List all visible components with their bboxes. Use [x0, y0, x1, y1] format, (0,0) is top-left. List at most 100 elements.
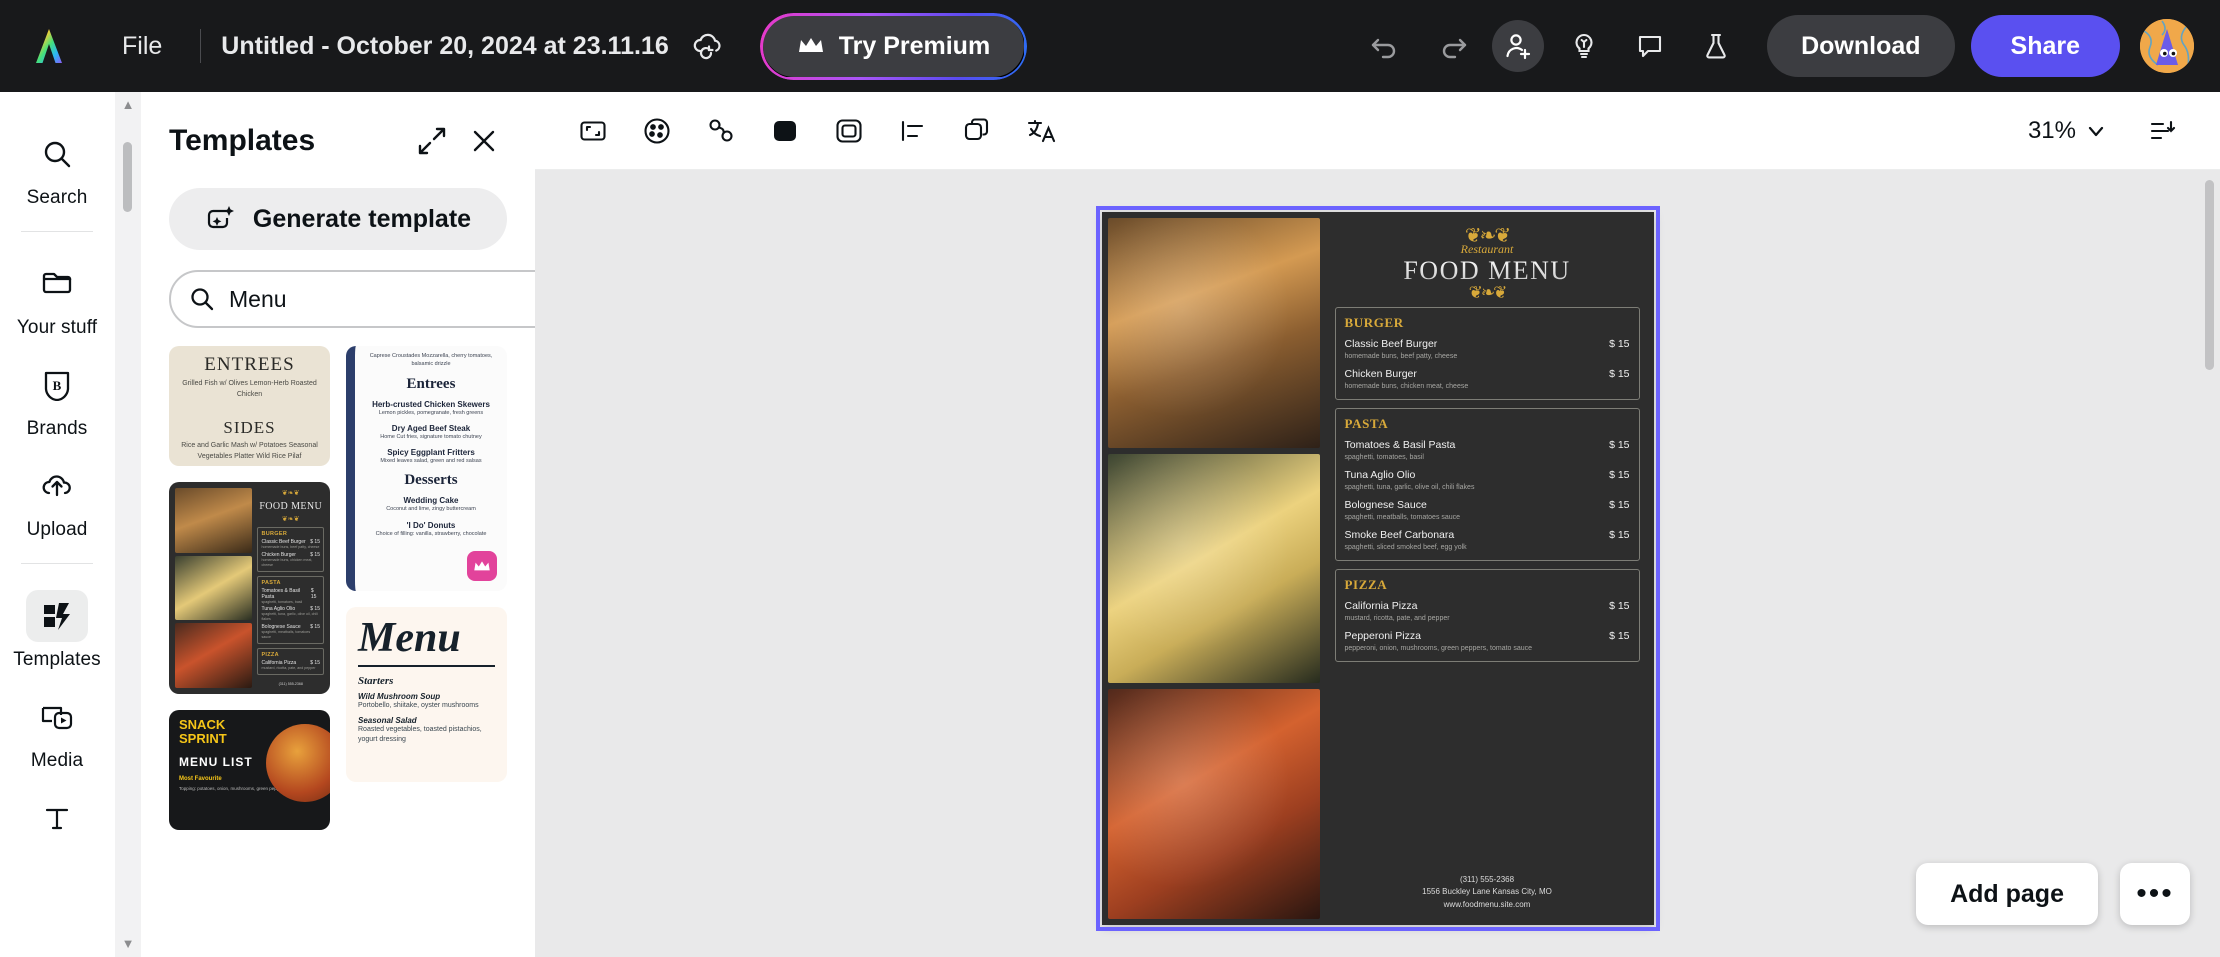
item-name: California Pizza: [1344, 600, 1418, 613]
section-name: BURGER: [1344, 315, 1404, 331]
expand-diagonal-icon[interactable]: [409, 118, 455, 164]
footer-address: 1556 Buckley Lane Kansas City, MO: [1422, 887, 1552, 897]
item-name: Tomatoes & Basil Pasta: [261, 587, 301, 600]
flask-icon[interactable]: [1690, 20, 1742, 72]
menu-item[interactable]: Smoke Beef Carbonara spaghetti, sliced s…: [1345, 529, 1630, 552]
scroll-thumb[interactable]: [123, 142, 132, 212]
panel-scrollbar[interactable]: ▲ ▼: [115, 92, 141, 957]
canvas-scrollbar[interactable]: [2205, 180, 2214, 370]
duplicate-icon[interactable]: [949, 103, 1005, 159]
rail-divider: [21, 563, 93, 564]
menu-item[interactable]: California Pizza mustard, ricotta, pate,…: [1345, 600, 1630, 623]
template-card-food-menu[interactable]: ❦❧❦ FOOD MENU ❦❧❦ BURGER Classic Beef Bu…: [169, 482, 330, 694]
download-button[interactable]: Download: [1767, 15, 1955, 77]
section-name: PIZZA: [261, 651, 279, 658]
sidebar-item-media[interactable]: Media: [9, 681, 105, 778]
avatar[interactable]: [2140, 19, 2194, 73]
file-menu-button[interactable]: File: [104, 26, 180, 67]
section-name: PASTA: [261, 579, 281, 586]
template-results[interactable]: ENTREES Grilled Fish w/ Olives Lemon-Her…: [141, 328, 535, 957]
frame-square-icon[interactable]: [821, 103, 877, 159]
item-name: Classic Beef Burger: [1344, 338, 1438, 351]
menu-item[interactable]: Bolognese Sauce spaghetti, meatballs, to…: [1345, 499, 1630, 522]
sidebar-item-upload[interactable]: Upload: [9, 450, 105, 547]
template-section: BURGER Classic Beef Burger $ 15 homemade …: [257, 527, 324, 572]
menu-section-pizza[interactable]: PIZZA California Pizza mustard, ricotta,…: [1334, 569, 1640, 663]
burger-photo[interactable]: [1107, 218, 1320, 448]
search-input[interactable]: [229, 285, 525, 313]
sidebar-item-templates[interactable]: Templates: [9, 580, 105, 677]
canva-logo-icon[interactable]: [26, 23, 72, 69]
top-bar: File Untitled - October 20, 2024 at 23.1…: [0, 0, 2220, 92]
item-name: Wedding Cake: [403, 496, 459, 506]
search-box[interactable]: ✕: [169, 270, 535, 328]
chevron-down-icon[interactable]: [2084, 119, 2108, 143]
person-add-icon[interactable]: [1492, 20, 1545, 72]
pasta-photo[interactable]: [1107, 453, 1320, 684]
zoom-control[interactable]: 31%: [2028, 103, 2190, 159]
translate-icon[interactable]: [1013, 103, 1069, 159]
item-price: $ 15: [1609, 600, 1630, 613]
comment-icon[interactable]: [1624, 20, 1676, 72]
pizza-photo[interactable]: [1107, 689, 1320, 920]
menu-section-burger[interactable]: BURGER Classic Beef Burger homemade buns…: [1334, 307, 1640, 401]
layers-panel-icon[interactable]: [2134, 103, 2190, 159]
item-desc: mustard, ricotta, pate, and pepper: [261, 665, 316, 670]
sidebar-label: Your stuff: [16, 317, 98, 338]
try-premium-label: Try Premium: [838, 31, 991, 60]
scroll-up-arrow[interactable]: ▲: [122, 98, 135, 111]
zoom-level[interactable]: 31%: [2028, 117, 2076, 145]
template-card-entrees[interactable]: ENTREES Grilled Fish w/ Olives Lemon-Her…: [169, 346, 330, 466]
color-palette-icon[interactable]: [629, 103, 685, 159]
solid-square-icon[interactable]: [757, 103, 813, 159]
magic-sparkle-icon: [205, 204, 237, 234]
menu-item[interactable]: Classic Beef Burger homemade buns, beef …: [1345, 338, 1630, 361]
design-toolbar: 31%: [535, 92, 2220, 170]
menu-item[interactable]: Tomatoes & Basil Pasta spaghetti, tomato…: [1345, 439, 1630, 462]
menu-subtitle[interactable]: Restaurant: [1335, 242, 1640, 257]
item-name: Tuna Aglio Olio: [1344, 469, 1416, 482]
template-heading: Starters: [358, 675, 394, 687]
crop-resize-icon[interactable]: [565, 103, 621, 159]
scroll-down-arrow[interactable]: ▼: [122, 936, 135, 951]
sidebar-item-search[interactable]: Search: [9, 118, 105, 215]
item-desc: spaghetti, meatballs, tomatoes sauce: [1344, 513, 1461, 521]
item-price: $ 15: [1609, 630, 1630, 643]
animate-icon[interactable]: [693, 103, 749, 159]
item-desc: spaghetti, tomatoes, basil: [1344, 453, 1424, 461]
pizza-thumb-image: [175, 623, 253, 689]
section-name: BURGER: [261, 531, 288, 537]
align-left-icon[interactable]: [885, 103, 941, 159]
menu-item[interactable]: Chicken Burger homemade buns, chicken me…: [1345, 368, 1630, 391]
menu-title[interactable]: FOOD MENU: [1335, 256, 1640, 286]
menu-section-pasta[interactable]: PASTA Tomatoes & Basil Pasta spaghetti, …: [1334, 408, 1640, 562]
template-card-snack-sprint[interactable]: SNACK SPRINT MENU LIST Most Favourite To…: [169, 710, 330, 830]
menu-item[interactable]: Tuna Aglio Olio spaghetti, tuna, garlic,…: [1345, 469, 1630, 492]
left-rail: Search Your stuff B Brands Upload Templa…: [0, 92, 115, 957]
template-desc: Grilled Fish w/ Olives Lemon-Herb Roaste…: [182, 380, 317, 398]
generate-template-button[interactable]: Generate template: [169, 188, 507, 250]
template-card-menu-serif[interactable]: Menu Starters Wild Mushroom Soup Portobe…: [346, 607, 507, 782]
close-icon[interactable]: [461, 118, 507, 164]
share-button[interactable]: Share: [1970, 15, 2120, 77]
photo-column: [1107, 218, 1320, 920]
media-icon: [26, 691, 88, 743]
design-page[interactable]: ❦❧❦ Restaurant FOOD MENU ❦❧❦ BURGER Clas…: [1095, 206, 1660, 931]
canva-editor: File Untitled - October 20, 2024 at 23.1…: [0, 0, 2220, 957]
menu-item[interactable]: Pepperoni Pizza pepperoni, onion, mushro…: [1345, 630, 1630, 653]
sidebar-item-brands[interactable]: B Brands: [9, 349, 105, 446]
canvas-area[interactable]: ❦❧❦ Restaurant FOOD MENU ❦❧❦ BURGER Clas…: [535, 170, 2220, 957]
item-name: Chicken Burger: [1344, 368, 1417, 381]
lightbulb-icon[interactable]: [1558, 20, 1610, 72]
document-title[interactable]: Untitled - October 20, 2024 at 23.11.16: [221, 32, 668, 61]
undo-icon[interactable]: [1360, 20, 1412, 72]
template-section: PASTA Tomatoes & Basil Pasta $ 15 spaghet…: [257, 575, 324, 644]
template-card-entrees-desserts[interactable]: Caprese Croustades Mozzarella, cherry to…: [346, 346, 507, 591]
try-premium-button[interactable]: Try Premium: [760, 13, 1027, 79]
more-options-button[interactable]: •••: [2120, 863, 2190, 925]
gold-ornament-icon: ❦❧❦: [1468, 282, 1508, 302]
redo-icon[interactable]: [1426, 20, 1478, 72]
add-page-button[interactable]: Add page: [1916, 863, 2098, 925]
sidebar-item-your-stuff[interactable]: Your stuff: [9, 248, 105, 345]
sidebar-item-text[interactable]: [9, 782, 105, 857]
